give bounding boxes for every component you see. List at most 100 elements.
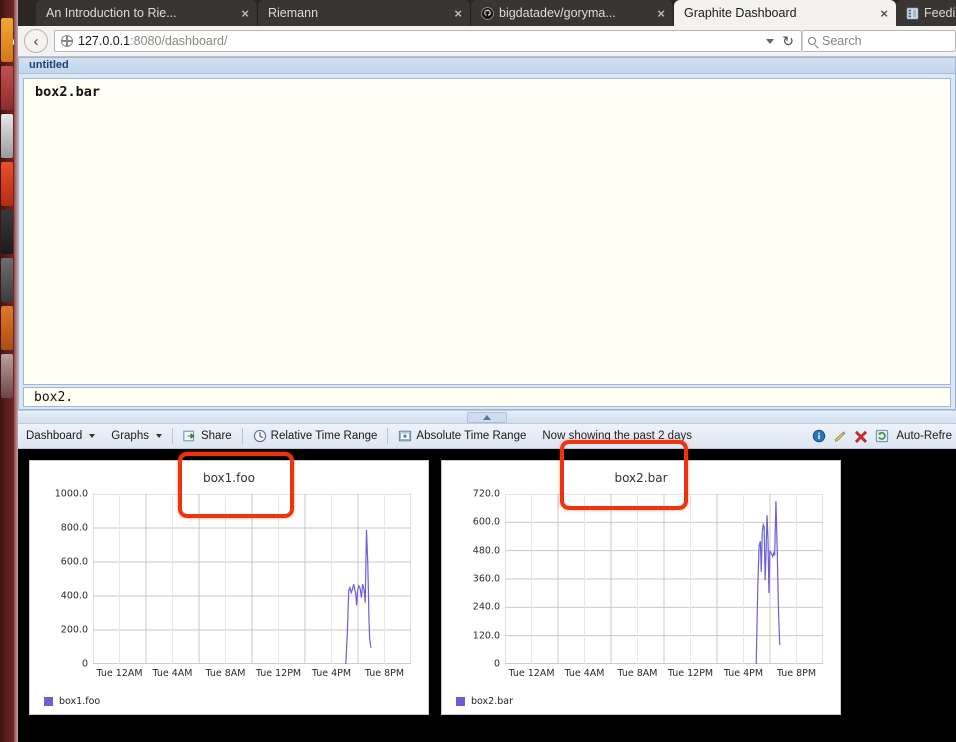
y-axis-tick-label: 200.0 (60, 624, 88, 636)
tab-title: Feeding (924, 6, 956, 20)
absolute-time-range-label: Absolute Time Range (416, 430, 527, 442)
y-axis-tick-label: 720.0 (472, 488, 500, 500)
menu-graphs[interactable]: Graphs (103, 424, 170, 448)
x-axis-tick-label: Tue 8PM (776, 668, 817, 679)
browser-tab-0[interactable]: An Introduction to Rie... × (36, 0, 258, 26)
graph-legend: box2.bar (456, 696, 513, 707)
screen: An Introduction to Rie... × Riemann × bi… (0, 0, 956, 742)
y-axis-tick-label: 400.0 (60, 590, 88, 602)
edit-icon[interactable] (833, 429, 847, 443)
tab-title: Riemann (268, 6, 319, 20)
chevron-down-icon[interactable] (766, 38, 775, 44)
y-axis-tick-label: 360.0 (472, 573, 500, 585)
metric-query-input[interactable]: box2. (23, 387, 951, 407)
relative-time-range-button[interactable]: Relative Time Range (245, 424, 386, 448)
launcher-icon-terminal[interactable] (1, 210, 13, 254)
share-icon (183, 429, 197, 443)
browser-tab-strip: An Introduction to Rie... × Riemann × bi… (18, 0, 956, 26)
back-button[interactable]: ‹ (24, 29, 48, 53)
launcher-icon-firefox[interactable] (1, 114, 13, 158)
x-axis-tick-label: Tue 8AM (205, 668, 246, 679)
legend-swatch (44, 697, 53, 706)
y-axis-tick-label: 480.0 (472, 545, 500, 557)
url-host: 127.0.0.1 (78, 34, 131, 48)
search-placeholder: Search (822, 34, 862, 48)
close-icon[interactable]: × (241, 7, 249, 20)
search-icon (808, 37, 816, 45)
browser-navbar: ‹ 127.0.0.1:8080/dashboard/ ↻ Search (18, 26, 956, 57)
toolbar-divider (387, 428, 389, 444)
metric-composer-panel: untitled box2.bar box2. (18, 57, 956, 410)
x-axis-tick-label: Tue 4AM (564, 668, 605, 679)
address-bar-controls: ↻ (766, 34, 797, 48)
toolbar-right-actions: Auto-Refre (812, 429, 956, 443)
launcher-icon-dash[interactable] (1, 18, 13, 62)
info-icon[interactable] (812, 429, 826, 443)
y-axis-tick-label: 1000.0 (54, 488, 88, 500)
graph-title: box1.foo (202, 471, 256, 485)
legend-label: box2.bar (471, 696, 513, 707)
x-axis-tick-label: Tue 8PM (364, 668, 405, 679)
menu-graphs-label: Graphs (111, 430, 149, 442)
close-icon[interactable]: × (880, 7, 888, 20)
menu-dashboard-label: Dashboard (26, 430, 83, 442)
search-input[interactable]: Search (802, 30, 956, 52)
url-text: 127.0.0.1:8080/dashboard/ (78, 34, 227, 48)
menu-dashboard[interactable]: Dashboard (18, 424, 103, 448)
toolbar-divider (241, 428, 243, 444)
splitter-collapse-handle[interactable] (467, 412, 507, 423)
globe-icon (61, 35, 74, 48)
suggestion-item[interactable]: box2.bar (24, 79, 950, 100)
x-axis-tick-label: Tue 4AM (152, 668, 193, 679)
close-icon[interactable]: × (454, 7, 462, 20)
share-label: Share (200, 430, 232, 442)
reload-icon[interactable]: ↻ (782, 34, 794, 48)
browser-tab-1[interactable]: Riemann × (258, 0, 471, 26)
time-range-status: Now showing the past 2 days (542, 430, 692, 442)
y-axis-tick-label: 0 (493, 658, 500, 670)
graph-legend: box1.foo (44, 696, 100, 707)
graph-plot: 0 120.0 240.0 360.0 480.0 600.0 720.0 Tue 12AM T… (473, 489, 823, 679)
x-axis-tick-label: Tue 12PM (255, 668, 302, 679)
x-axis-tick-label: Tue 4PM (311, 668, 352, 679)
y-axis-tick-label: 0 (81, 658, 88, 670)
address-bar[interactable]: 127.0.0.1:8080/dashboard/ ↻ (54, 30, 802, 52)
graph-title: box2.bar (614, 471, 668, 485)
browser-tab-3-active[interactable]: Graphite Dashboard × (674, 0, 896, 26)
x-axis-tick-label: Tue 12AM (96, 668, 143, 679)
refresh-icon[interactable] (875, 429, 889, 443)
grid-icon (906, 6, 919, 20)
graph-card-box1-foo[interactable]: box1.foo 0 200.0 400.0 600.0 800.0 1000.0 Tue … (29, 460, 429, 715)
tab-title: An Introduction to Rie... (46, 6, 177, 20)
unity-launcher[interactable] (0, 0, 15, 742)
launcher-icon-trash[interactable] (1, 354, 13, 398)
y-axis-tick-label: 600.0 (472, 516, 500, 528)
y-axis-tick-label: 120.0 (472, 630, 500, 642)
delete-icon[interactable] (854, 429, 868, 443)
toolbar-divider (171, 428, 173, 444)
browser-tab-2[interactable]: bigdatadev/goryma... × (471, 0, 674, 26)
share-button[interactable]: Share (175, 424, 240, 448)
tab-title: bigdatadev/goryma... (499, 6, 616, 20)
launcher-icon-editor[interactable] (1, 258, 13, 302)
calendar-icon (398, 429, 412, 443)
composer-title: untitled (19, 58, 955, 74)
github-icon (481, 6, 494, 20)
close-icon[interactable]: × (657, 7, 665, 20)
launcher-icon-files[interactable] (1, 66, 13, 110)
dashboard-toolbar: Dashboard Graphs Share Relative Time Ran… (18, 424, 956, 449)
legend-swatch (456, 697, 465, 706)
dashboard-graph-area: box1.foo 0 200.0 400.0 600.0 800.0 1000.0 Tue … (18, 449, 956, 742)
autocomplete-suggestion-list[interactable]: box2.bar (23, 78, 951, 385)
browser-tab-4[interactable]: Feeding (896, 0, 956, 26)
y-axis-tick-label: 600.0 (60, 556, 88, 568)
launcher-icon-settings[interactable] (1, 306, 13, 350)
absolute-time-range-button[interactable]: Absolute Time Range (390, 424, 534, 448)
panel-splitter[interactable] (18, 410, 956, 424)
launcher-icon-software[interactable] (1, 162, 13, 206)
x-axis-tick-label: Tue 12AM (508, 668, 555, 679)
graph-plot: 0 200.0 400.0 600.0 800.0 1000.0 Tue 12AM Tue 4… (55, 489, 411, 679)
graph-card-box2-bar[interactable]: box2.bar 0 120.0 240.0 360.0 480.0 600.0 720.0… (441, 460, 841, 715)
auto-refresh-label[interactable]: Auto-Refre (896, 430, 952, 442)
chevron-down-icon (89, 434, 96, 438)
